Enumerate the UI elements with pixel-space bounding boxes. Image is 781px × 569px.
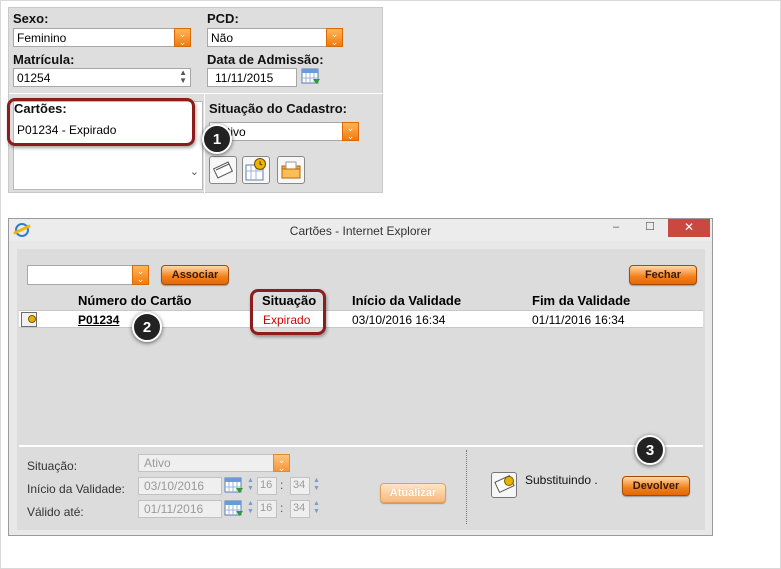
devolver-button[interactable]: Devolver — [622, 476, 690, 496]
fechar-button[interactable]: Fechar — [629, 265, 697, 285]
stepper-arrows-icon[interactable]: ▲ ▼ — [311, 500, 322, 518]
chevron-down-icon[interactable]: ⌄ ⌄ — [342, 122, 359, 141]
calendar-clock-icon — [245, 158, 266, 181]
key-card-icon[interactable] — [21, 312, 37, 327]
stepper-arrows-icon[interactable]: ▲ ▼ — [179, 69, 187, 85]
pcd-label: PCD: — [207, 11, 239, 26]
inicio-minute-value: 34 — [293, 479, 306, 491]
data-admissao-field[interactable]: 11/11/2015 — [207, 68, 297, 87]
data-admissao-label: Data de Admissão: — [207, 52, 324, 67]
chevron-down-icon[interactable]: ⌄ — [190, 165, 199, 178]
chevron-down-icon[interactable]: ⌄ ⌄ — [273, 454, 290, 473]
cartoes-button[interactable] — [209, 156, 237, 184]
sexo-select[interactable]: Feminino ⌄ ⌄ — [13, 28, 191, 47]
valido-minute-value: 34 — [293, 502, 306, 514]
matricula-field[interactable]: 01254 ▲ ▼ — [13, 68, 191, 87]
window-content: ⌄ ⌄ Associar Fechar Número do Cartão Situ… — [17, 249, 705, 530]
table-header: Número do Cartão Situação Início da Vali… — [19, 293, 703, 310]
inicio-validade-label: Início da Validade: — [27, 482, 125, 496]
inicio-hour-value: 16 — [260, 479, 273, 491]
stepper-arrows-icon[interactable]: ▲ ▼ — [311, 477, 322, 495]
substituir-card-icon[interactable] — [491, 472, 517, 498]
end-date-cell: 01/11/2016 16:34 — [532, 313, 625, 327]
inicio-hour-field[interactable]: 16 — [257, 477, 277, 495]
sexo-value: Feminino — [17, 31, 67, 45]
callout-badge-2: 2 — [132, 312, 162, 342]
valido-date-field[interactable]: 01/11/2016 — [138, 500, 222, 518]
start-date-cell: 03/10/2016 16:34 — [352, 313, 446, 327]
associar-button[interactable]: Associar — [161, 265, 229, 285]
callout-badge-3: 3 — [635, 435, 665, 465]
folder-icon — [281, 161, 301, 179]
inicio-minute-field[interactable]: 34 — [290, 477, 310, 495]
data-admissao-value: 11/11/2015 — [215, 71, 274, 85]
sexo-label: Sexo: — [13, 11, 49, 26]
minimize-button[interactable]: – — [602, 219, 630, 237]
valido-date-value: 01/11/2016 — [144, 502, 204, 516]
atualizar-button[interactable]: Atualizar — [380, 483, 446, 503]
table-row[interactable]: P01234 Expirado 03/10/2016 16:34 01/11/2… — [19, 310, 703, 328]
dotted-divider — [466, 450, 467, 524]
chevron-down-icon[interactable]: ⌄ ⌄ — [174, 28, 191, 47]
valido-minute-field[interactable]: 34 — [290, 500, 310, 518]
situacao-highlight — [250, 289, 326, 335]
close-button[interactable]: ✕ — [668, 219, 710, 237]
schedule-button[interactable] — [242, 156, 270, 184]
column-header-fim: Fim da Validade — [532, 293, 631, 308]
folder-button[interactable] — [277, 156, 305, 184]
valido-hour-value: 16 — [260, 502, 273, 514]
card-number-link[interactable]: P01234 — [78, 313, 119, 327]
form-divider — [9, 93, 384, 94]
cartoes-window: Cartões - Internet Explorer – ☐ ✕ ⌄ ⌄ Ass… — [8, 218, 713, 536]
situacao-label: Situação: — [27, 459, 78, 473]
calendar-icon[interactable] — [301, 68, 321, 86]
valido-hour-field[interactable]: 16 — [257, 500, 277, 518]
inicio-date-value: 03/10/2016 — [144, 479, 205, 493]
column-header-inicio: Início da Validade — [352, 293, 462, 308]
time-separator: : — [280, 501, 284, 515]
pcd-select[interactable]: Não ⌄ ⌄ — [207, 28, 343, 47]
section-divider — [19, 445, 703, 447]
situacao-select[interactable]: Ativo ⌄ ⌄ — [138, 454, 290, 473]
card-select[interactable]: ⌄ ⌄ — [27, 265, 149, 285]
maximize-button[interactable]: ☐ — [636, 219, 664, 237]
matricula-value: 01254 — [17, 71, 51, 85]
time-separator: : — [280, 478, 284, 492]
chevron-down-icon[interactable]: ⌄ ⌄ — [132, 265, 149, 285]
stepper-arrows-icon[interactable]: ▲ ▼ — [245, 477, 256, 495]
situacao-value: Ativo — [144, 456, 171, 470]
window-titlebar: Cartões - Internet Explorer – ☐ ✕ — [9, 219, 712, 241]
substituindo-text: Substituindo . — [525, 473, 598, 487]
screenshot-frame: Sexo: Feminino ⌄ ⌄ PCD: Não ⌄ ⌄ Matrícula:… — [0, 0, 781, 569]
cartoes-highlight — [7, 98, 195, 146]
matricula-label: Matrícula: — [13, 52, 75, 67]
situacao-cadastro-label: Situação do Cadastro: — [209, 101, 347, 116]
pcd-value: Não — [211, 31, 234, 45]
column-header-numero: Número do Cartão — [78, 293, 192, 308]
callout-badge-1: 1 — [202, 124, 232, 154]
calendar-icon[interactable] — [224, 500, 244, 518]
chevron-down-icon[interactable]: ⌄ ⌄ — [326, 28, 343, 47]
valido-ate-label: Válido até: — [27, 505, 84, 519]
card-icon — [212, 161, 234, 179]
inicio-date-field[interactable]: 03/10/2016 — [138, 477, 222, 495]
calendar-icon[interactable] — [224, 477, 244, 495]
stepper-arrows-icon[interactable]: ▲ ▼ — [245, 500, 256, 518]
